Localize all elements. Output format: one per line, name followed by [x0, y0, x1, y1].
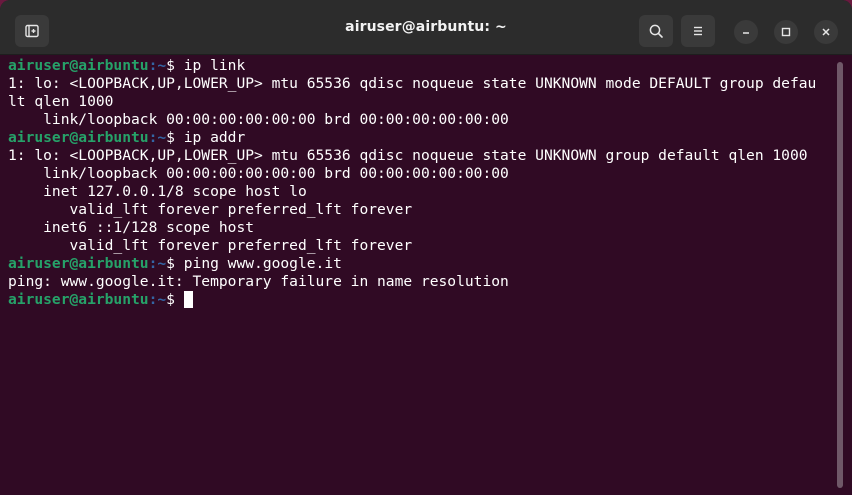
prompt-user-host: airuser@airbuntu — [8, 291, 149, 308]
output-line: lt qlen 1000 — [8, 93, 828, 111]
search-icon — [649, 24, 663, 38]
output-line: ping: www.google.it: Temporary failure i… — [8, 273, 828, 291]
new-tab-icon — [25, 24, 39, 38]
output-line: 1: lo: <LOOPBACK,UP,LOWER_UP> mtu 65536 … — [8, 75, 828, 93]
maximize-icon — [781, 27, 791, 37]
close-icon — [822, 28, 830, 36]
prompt-symbol: $ — [166, 57, 184, 74]
output-line: inet 127.0.0.1/8 scope host lo — [8, 183, 828, 201]
window-title: airuser@airbuntu: ~ — [345, 19, 507, 35]
output-text: 1: lo: <LOOPBACK,UP,LOWER_UP> mtu 65536 … — [8, 147, 808, 164]
output-line: inet6 ::1/128 scope host — [8, 219, 828, 237]
output-text: lt qlen 1000 — [8, 93, 114, 110]
output-text: inet 127.0.0.1/8 scope host lo — [8, 183, 307, 200]
terminal-window: airuser@airbuntu: ~ airuser@airbuntu:~$ … — [0, 0, 852, 495]
output-text: valid_lft forever preferred_lft forever — [8, 237, 413, 254]
prompt-symbol: $ — [166, 255, 184, 272]
menu-button[interactable] — [681, 15, 715, 47]
prompt-user-host: airuser@airbuntu — [8, 57, 149, 74]
prompt-line: airuser@airbuntu:~$ ip link — [8, 57, 828, 75]
output-line: valid_lft forever preferred_lft forever — [8, 237, 828, 255]
prompt-path: :~ — [148, 57, 167, 74]
minimize-icon — [743, 32, 749, 34]
close-button[interactable] — [814, 20, 838, 44]
output-text: link/loopback 00:00:00:00:00:00 brd 00:0… — [8, 165, 509, 182]
prompt-line: airuser@airbuntu:~$ — [8, 291, 828, 309]
search-button[interactable] — [639, 15, 673, 47]
prompt-line: airuser@airbuntu:~$ ping www.google.it — [8, 255, 828, 273]
maximize-button[interactable] — [774, 20, 798, 44]
output-text: ping: www.google.it: Temporary failure i… — [8, 273, 509, 290]
output-text: 1: lo: <LOOPBACK,UP,LOWER_UP> mtu 65536 … — [8, 75, 817, 92]
prompt-path: :~ — [148, 255, 167, 272]
prompt-user-host: airuser@airbuntu — [8, 129, 149, 146]
output-line: link/loopback 00:00:00:00:00:00 brd 00:0… — [8, 165, 828, 183]
prompt-path: :~ — [148, 291, 167, 308]
command-text: ip addr — [183, 129, 246, 146]
minimize-button[interactable] — [734, 20, 758, 44]
scrollbar-thumb[interactable] — [837, 62, 843, 488]
command-text: ip link — [183, 57, 246, 74]
prompt-path: :~ — [148, 129, 167, 146]
output-text: link/loopback 00:00:00:00:00:00 brd 00:0… — [8, 111, 509, 128]
prompt-symbol: $ — [166, 129, 184, 146]
title-bar[interactable]: airuser@airbuntu: ~ — [0, 0, 852, 55]
prompt-symbol: $ — [166, 291, 184, 308]
output-text: valid_lft forever preferred_lft forever — [8, 201, 413, 218]
text-cursor[interactable] — [183, 291, 193, 308]
terminal-output[interactable]: airuser@airbuntu:~$ ip link 1: lo: <LOOPB… — [0, 55, 836, 495]
prompt-line: airuser@airbuntu:~$ ip addr — [8, 129, 828, 147]
prompt-user-host: airuser@airbuntu — [8, 255, 149, 272]
output-line: link/loopback 00:00:00:00:00:00 brd 00:0… — [8, 111, 828, 129]
command-text: ping www.google.it — [183, 255, 342, 272]
hamburger-menu-icon — [694, 26, 702, 36]
output-line: valid_lft forever preferred_lft forever — [8, 201, 828, 219]
scrollbar-track[interactable] — [837, 62, 843, 488]
output-line: 1: lo: <LOOPBACK,UP,LOWER_UP> mtu 65536 … — [8, 147, 828, 165]
new-tab-button[interactable] — [15, 15, 49, 47]
output-text: inet6 ::1/128 scope host — [8, 219, 255, 236]
